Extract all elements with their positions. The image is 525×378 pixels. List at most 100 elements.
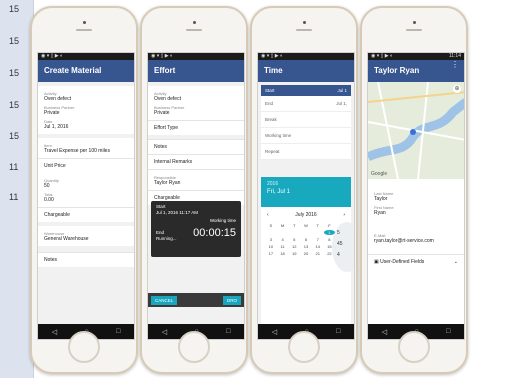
locate-icon[interactable]: ⊕	[453, 85, 461, 93]
weekday-label: F	[328, 223, 331, 228]
weekday-label: T	[293, 223, 296, 228]
recent-apps-icon[interactable]: □	[226, 328, 230, 335]
cancel-button[interactable]: CANCEL	[151, 295, 178, 305]
recent-apps-icon[interactable]: □	[336, 328, 340, 335]
page-title: Time	[258, 60, 354, 82]
drop-button[interactable]: DRO	[223, 295, 241, 305]
page-title: Taylor Ryan	[368, 60, 464, 82]
effort-type-field[interactable]: Effort Type	[148, 120, 244, 135]
calendar-day[interactable]: 20	[300, 251, 312, 256]
row-number: 15	[9, 131, 20, 141]
document-icon: ▣	[374, 259, 379, 265]
start-label: Start	[265, 88, 275, 93]
page-title: Effort	[148, 60, 244, 82]
responsible-section[interactable]: Responsible Taylor Ryan	[148, 169, 244, 190]
map[interactable]: Google ⊕	[368, 82, 464, 179]
end-row[interactable]: End Jul 1,	[261, 96, 351, 112]
recent-apps-icon[interactable]: □	[116, 328, 120, 335]
home-button[interactable]	[68, 331, 100, 363]
quantity-value[interactable]: 50	[44, 183, 128, 190]
map-graphic	[368, 82, 464, 179]
business-partner-value[interactable]: Private	[44, 110, 128, 117]
status-bar: ◉ ▾ ▯ ▶ ◐	[148, 53, 244, 60]
repeat-row[interactable]: Repeat	[261, 144, 351, 160]
home-button[interactable]	[178, 331, 210, 363]
back-icon[interactable]: ◁	[162, 328, 167, 336]
email-value[interactable]: ryan.taylor@rt-service.com	[374, 238, 458, 245]
calendar-day[interactable]: 6	[300, 237, 312, 242]
calendar-blank	[300, 230, 312, 235]
screen: ◉ ▾ ▯ ▶ ◐ Effort Activity Oven defect Bu…	[147, 52, 245, 340]
unit-price-field[interactable]: Unit Price	[38, 158, 134, 173]
break-row[interactable]: Break	[261, 112, 351, 128]
status-bar: ◉ ▾ ▯ ▶ ◐ 11:14	[368, 53, 464, 60]
calendar-day[interactable]: 5	[288, 237, 300, 242]
working-time-row[interactable]: Working time	[261, 128, 351, 144]
date-value[interactable]: Jul 1, 2016	[44, 124, 128, 131]
last-name-value[interactable]: Taylor	[374, 196, 458, 203]
screen: ◉ ▾ ▯ ▶ ◐ 11:14 Taylor Ryan ⋮ Google ⊕ La…	[367, 52, 465, 340]
chevron-down-icon: ⌄	[453, 259, 458, 265]
back-icon[interactable]: ◁	[272, 328, 277, 336]
calendar-day[interactable]: 11	[277, 244, 289, 249]
warehouse-section[interactable]: Warehouse General Warehouse	[38, 226, 134, 246]
selected-date-label: Fri, Jul 1	[267, 189, 291, 195]
total-value: 0.00	[44, 197, 54, 203]
calendar-day[interactable]: 18	[277, 251, 289, 256]
phone-contact: ◉ ▾ ▯ ▶ ◐ 11:14 Taylor Ryan ⋮ Google ⊕ La…	[360, 6, 468, 374]
map-attribution: Google	[371, 171, 388, 177]
warehouse-value[interactable]: General Warehouse	[44, 236, 128, 243]
clock-face: 5 45 4	[332, 222, 354, 272]
back-icon[interactable]: ◁	[52, 328, 57, 336]
email-section: E-Mail ryan.taylor@rt-service.com	[368, 228, 464, 248]
chevron-left-icon[interactable]: ‹	[267, 212, 269, 218]
internal-remarks-field[interactable]: Internal Remarks	[148, 154, 244, 169]
camera-dot	[193, 21, 196, 24]
start-row[interactable]: Start Jul 1	[261, 85, 351, 96]
notes-field[interactable]: Notes	[148, 139, 244, 154]
timer-value: 00:00:15	[193, 227, 236, 239]
calendar-day[interactable]: 7	[312, 237, 324, 242]
home-button[interactable]	[288, 331, 320, 363]
quantity-section[interactable]: Quantity 50 Total 0.00	[38, 173, 134, 207]
camera-dot	[303, 21, 306, 24]
first-name-value[interactable]: Ryan	[374, 210, 458, 217]
item-value[interactable]: Travel Expense per 100 miles	[44, 148, 128, 155]
speaker	[406, 29, 422, 31]
item-section[interactable]: Item Travel Expense per 100 miles	[38, 138, 134, 158]
back-icon[interactable]: ◁	[382, 328, 387, 336]
recent-apps-icon[interactable]: □	[446, 328, 450, 335]
row-number: 11	[9, 192, 19, 202]
speaker	[186, 29, 202, 31]
overflow-menu-icon[interactable]: ⋮	[451, 60, 459, 69]
year-label[interactable]: 2016	[267, 181, 345, 187]
weekday-label: M	[280, 223, 285, 228]
break-label: Break	[265, 117, 277, 122]
activity-value[interactable]: Oven defect	[44, 96, 128, 103]
business-partner-value[interactable]: Private	[154, 110, 238, 117]
calendar-day[interactable]: 12	[288, 244, 300, 249]
working-time-label: Working time	[265, 133, 292, 138]
calendar-day[interactable]: 3	[265, 237, 277, 242]
screen: ◉ ▾ ▯ ▶ ◐ Time Start Jul 1 End Jul 1, Brea…	[257, 52, 355, 340]
activity-section: Activity Oven defect Business Partner Pr…	[148, 86, 244, 120]
notes-field[interactable]: Notes	[38, 252, 134, 267]
calendar-day[interactable]: 21	[312, 251, 324, 256]
chevron-right-icon[interactable]: ›	[343, 212, 345, 218]
start-value: Jul 1	[337, 88, 347, 93]
calendar-blank	[288, 230, 300, 235]
calendar-day[interactable]: 14	[312, 244, 324, 249]
weekday-label: W	[304, 223, 308, 228]
calendar-day[interactable]: 13	[300, 244, 312, 249]
calendar-day[interactable]: 19	[288, 251, 300, 256]
camera-dot	[413, 21, 416, 24]
activity-value[interactable]: Oven defect	[154, 96, 238, 103]
home-button[interactable]	[398, 331, 430, 363]
date-picker-header: 2016 Fri, Jul 1	[261, 177, 351, 207]
calendar-day[interactable]: 4	[277, 237, 289, 242]
user-defined-fields-row[interactable]: ▣ User-Defined Fields ⌄	[368, 254, 464, 269]
chargeable-toggle[interactable]: Chargeable	[38, 207, 134, 222]
calendar-day[interactable]: 17	[265, 251, 277, 256]
calendar-day[interactable]: 10	[265, 244, 277, 249]
responsible-value[interactable]: Taylor Ryan	[154, 180, 238, 187]
